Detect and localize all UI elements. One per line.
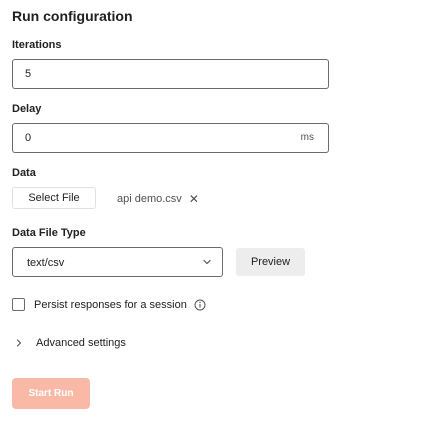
selected-file-name: api demo.csv: [117, 193, 182, 205]
selected-file-chip: api demo.csv ✕: [117, 192, 199, 206]
data-file-type-select[interactable]: text/csv: [12, 247, 223, 277]
delay-value: 0: [25, 132, 32, 144]
close-icon[interactable]: ✕: [189, 192, 199, 206]
advanced-settings-label: Advanced settings: [36, 337, 126, 349]
start-run-button[interactable]: Start Run: [12, 378, 90, 409]
iterations-input[interactable]: 5: [12, 59, 329, 89]
info-icon[interactable]: [194, 299, 206, 311]
iterations-value: 5: [25, 68, 32, 80]
persist-responses-row: Persist responses for a session: [12, 298, 206, 311]
persist-responses-label: Persist responses for a session: [34, 298, 187, 311]
panel-title: Run configuration: [12, 8, 133, 24]
advanced-settings-toggle[interactable]: Advanced settings: [15, 337, 126, 349]
delay-unit: ms: [300, 132, 314, 143]
preview-button[interactable]: Preview: [236, 248, 305, 276]
data-label: Data: [12, 167, 36, 179]
delay-label: Delay: [12, 103, 42, 115]
data-file-type-value: text/csv: [27, 257, 65, 269]
persist-responses-checkbox[interactable]: [12, 298, 25, 311]
chevron-right-icon: [16, 339, 22, 347]
data-file-type-label: Data File Type: [12, 227, 86, 239]
select-file-button[interactable]: Select File: [12, 187, 96, 209]
iterations-label: Iterations: [12, 39, 62, 51]
chevron-down-icon: [203, 259, 211, 265]
delay-input[interactable]: 0 ms: [12, 123, 329, 153]
